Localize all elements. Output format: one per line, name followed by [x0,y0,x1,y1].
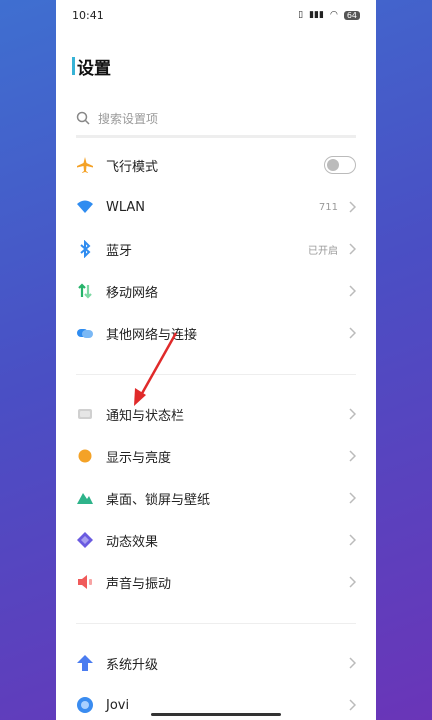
notification-icon [76,405,94,423]
chevron-right-icon [349,243,356,255]
settings-group-display: 通知与状态栏 显示与亮度 桌面、锁屏与壁纸 动态效果 声音与振动 [56,393,376,603]
battery-icon: 64 [343,10,360,20]
search-icon [76,111,90,125]
setting-display-brightness[interactable]: 显示与亮度 [56,435,376,477]
status-icons: ▯ ▮▮▮ ◠ 64 [298,10,360,20]
chevron-right-icon [349,408,356,420]
setting-notifications[interactable]: 通知与状态栏 [56,393,376,435]
chevron-right-icon [349,657,356,669]
bluetooth-icon [76,240,94,258]
chevron-right-icon [349,201,356,213]
chevron-right-icon [349,699,356,711]
jovi-icon [76,696,94,714]
title-accent [72,57,75,75]
chevron-right-icon [349,285,356,297]
setting-airplane-mode[interactable]: 飞行模式 [56,144,376,186]
airplane-icon [76,156,94,174]
page-title: 设置 [72,55,376,79]
vibrate-icon: ▯ [298,10,304,20]
signal-icon: ▮▮▮ [309,10,324,20]
status-bar: 10:41 ▯ ▮▮▮ ◠ 64 [56,0,376,30]
search-placeholder: 搜索设置项 [98,111,159,126]
setting-mobile-network[interactable]: 移动网络 [56,270,376,312]
chevron-right-icon [349,450,356,462]
chevron-right-icon [349,327,356,339]
settings-group-system: 系统升级 Jovi [56,642,376,720]
brightness-icon [76,447,94,465]
setting-animation[interactable]: 动态效果 [56,519,376,561]
upgrade-icon [76,654,94,672]
chevron-right-icon [349,576,356,588]
wifi-status-icon: ◠ [329,10,338,20]
chevron-right-icon [349,534,356,546]
setting-wlan[interactable]: WLAN 711 [56,186,376,228]
setting-sound-vibration[interactable]: 声音与振动 [56,561,376,603]
phone-screen: 10:41 ▯ ▮▮▮ ◠ 64 设置 搜索设置项 飞行模式 WLAN 711 … [56,0,376,720]
wifi-icon [76,198,94,216]
setting-other-connections[interactable]: 其他网络与连接 [56,312,376,354]
setting-wallpaper[interactable]: 桌面、锁屏与壁纸 [56,477,376,519]
connection-icon [76,324,94,342]
airplane-toggle[interactable] [324,156,356,174]
setting-bluetooth[interactable]: 蓝牙 已开启 [56,228,376,270]
setting-system-upgrade[interactable]: 系统升级 [56,642,376,684]
home-indicator[interactable] [151,713,281,716]
settings-group-connectivity: 飞行模式 WLAN 711 蓝牙 已开启 移动网络 其他网络与连接 [56,144,376,354]
wallpaper-icon [76,489,94,507]
status-time: 10:41 [72,8,104,22]
animation-icon [76,531,94,549]
search-input[interactable]: 搜索设置项 [76,101,356,138]
mobile-data-icon [76,282,94,300]
sound-icon [76,573,94,591]
chevron-right-icon [349,492,356,504]
